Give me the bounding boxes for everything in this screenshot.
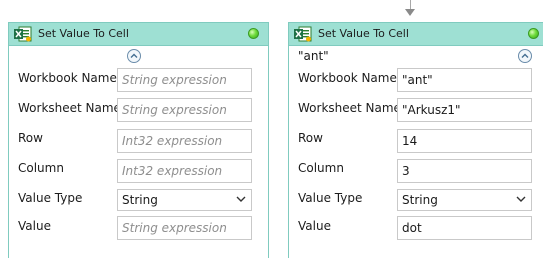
workbook-name-input[interactable]: "ant" bbox=[397, 68, 532, 92]
chevron-up-icon[interactable] bbox=[127, 49, 141, 63]
row-label: Row bbox=[18, 131, 43, 145]
worksheet-name-input[interactable]: "Arkusz1" bbox=[397, 98, 532, 122]
worksheet-name-input[interactable]: String expression bbox=[117, 98, 252, 122]
value-label: Value bbox=[298, 219, 331, 233]
activity-title: Set Value To Cell bbox=[318, 27, 409, 40]
column-label: Column bbox=[298, 161, 344, 175]
status-indicator-icon bbox=[248, 28, 259, 39]
row-input[interactable]: Int32 expression bbox=[117, 129, 252, 153]
row-input[interactable]: 14 bbox=[397, 129, 532, 153]
activity-card-set-value-to-cell[interactable]: Set Value To Cell Workbook Name String e… bbox=[8, 22, 269, 258]
value-type-label: Value Type bbox=[18, 191, 83, 205]
value-type-selected: String bbox=[122, 193, 158, 207]
worksheet-name-label: Worksheet Name bbox=[298, 101, 401, 115]
value-input[interactable]: dot bbox=[397, 216, 532, 240]
workbook-name-label: Workbook Name bbox=[298, 71, 397, 85]
activity-card-set-value-to-cell[interactable]: Set Value To Cell "ant" Workbook Name "a… bbox=[288, 22, 543, 258]
workbook-name-label: Workbook Name bbox=[18, 71, 117, 85]
arrow-down-icon bbox=[405, 9, 415, 16]
value-type-label: Value Type bbox=[298, 191, 363, 205]
excel-icon bbox=[14, 26, 32, 42]
chevron-down-icon bbox=[516, 196, 526, 202]
activity-title: Set Value To Cell bbox=[38, 27, 129, 40]
workbook-name-input[interactable]: String expression bbox=[117, 68, 252, 92]
column-input[interactable]: 3 bbox=[397, 159, 532, 183]
activity-display-name: "ant" bbox=[298, 49, 329, 63]
value-type-selected: String bbox=[402, 193, 438, 207]
excel-icon bbox=[294, 26, 312, 42]
activity-header[interactable]: Set Value To Cell bbox=[9, 23, 268, 46]
column-input[interactable]: Int32 expression bbox=[117, 159, 252, 183]
value-type-select[interactable]: String bbox=[117, 189, 252, 211]
status-indicator-icon bbox=[528, 28, 539, 39]
worksheet-name-label: Worksheet Name bbox=[18, 101, 121, 115]
value-input[interactable]: String expression bbox=[117, 216, 252, 240]
flow-connector-top bbox=[410, 0, 411, 9]
row-label: Row bbox=[298, 131, 323, 145]
value-type-select[interactable]: String bbox=[397, 189, 532, 211]
chevron-up-icon[interactable] bbox=[518, 49, 532, 63]
column-label: Column bbox=[18, 161, 64, 175]
value-label: Value bbox=[18, 219, 51, 233]
chevron-down-icon bbox=[236, 196, 246, 202]
activity-header[interactable]: Set Value To Cell bbox=[289, 23, 543, 46]
